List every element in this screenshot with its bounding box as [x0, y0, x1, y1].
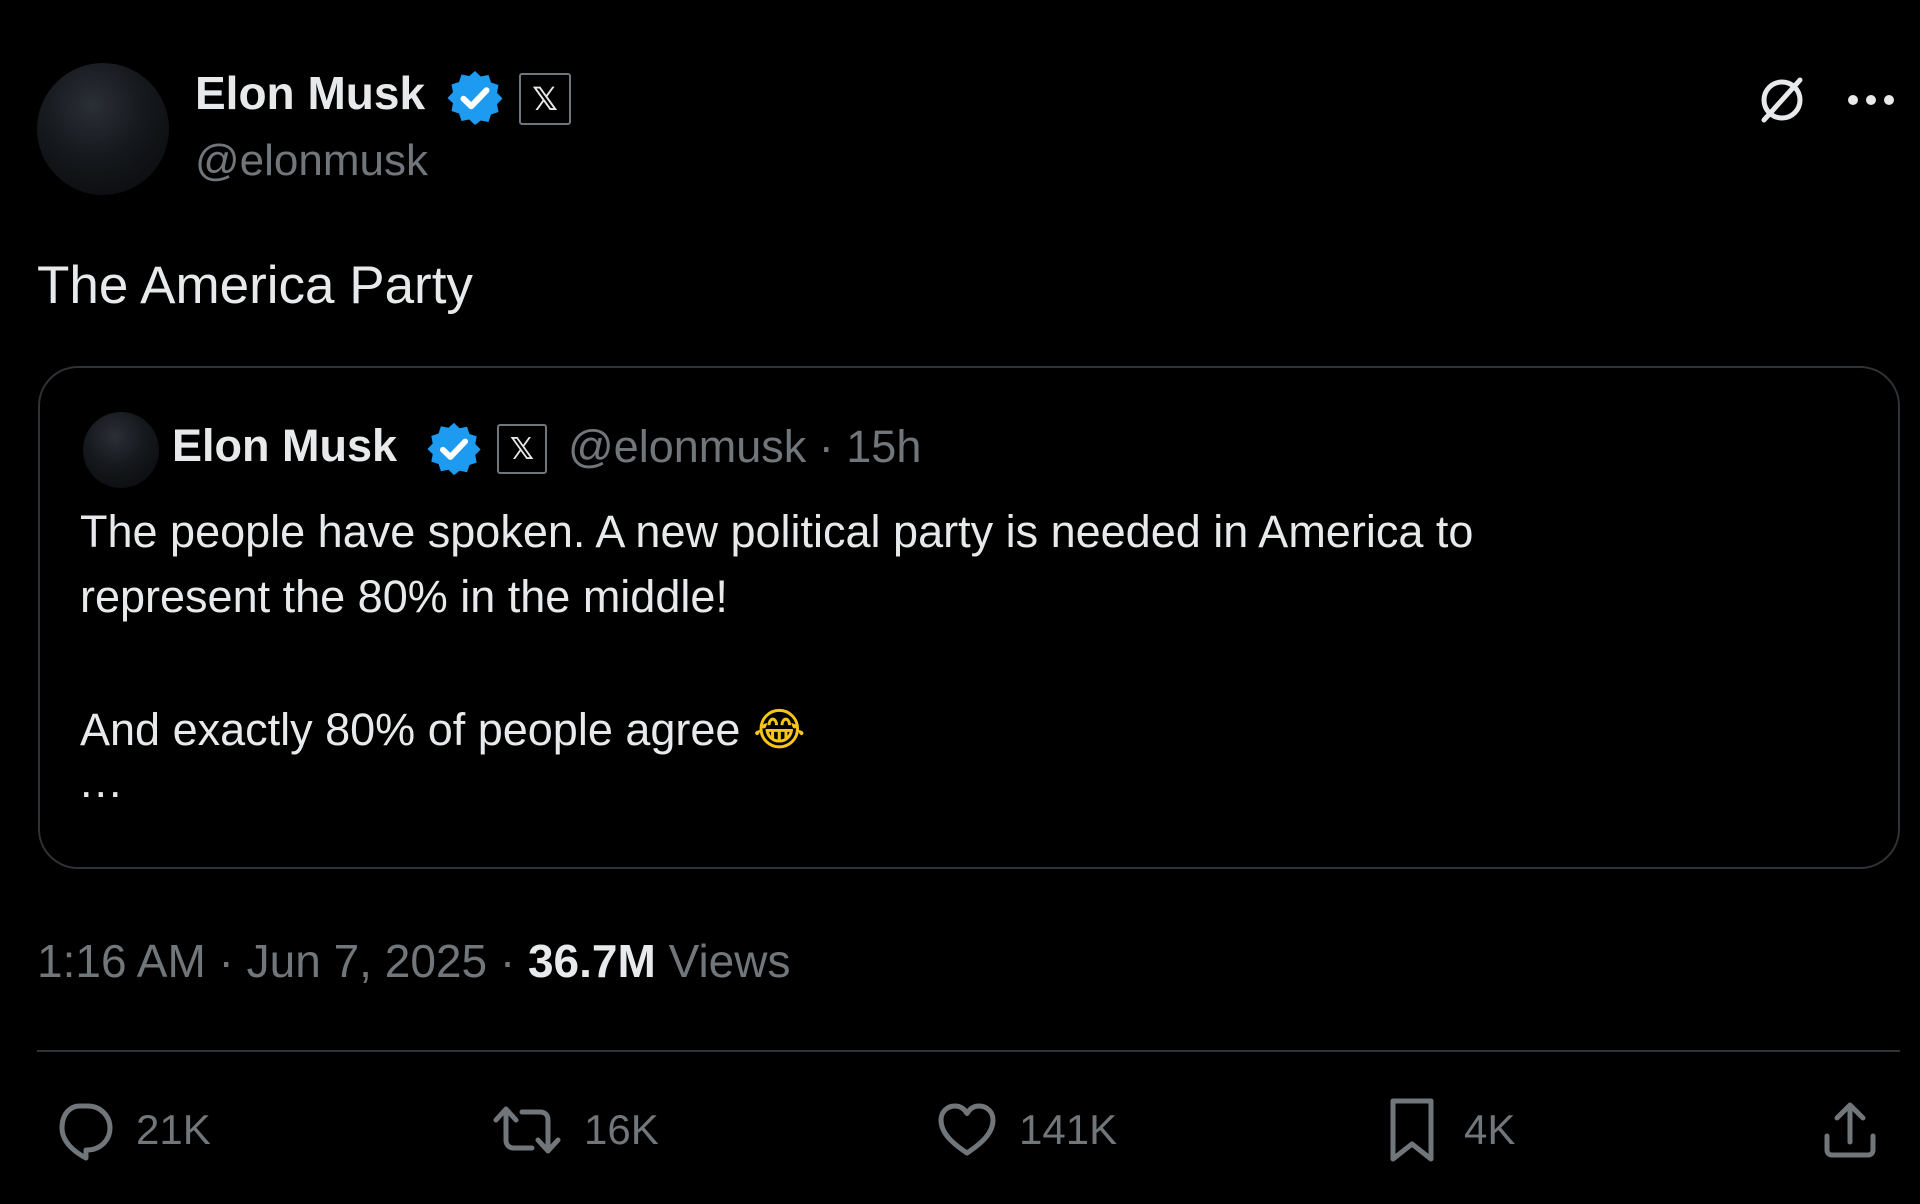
more-icon[interactable]: [1843, 72, 1899, 128]
like-count: 141K: [1019, 1106, 1118, 1153]
quoted-text-line-3: And exactly 80% of people agree 😂: [80, 703, 806, 756]
grok-icon[interactable]: [1752, 70, 1812, 130]
repost-icon: [493, 1106, 561, 1154]
quoted-text-line-3-text: And exactly 80% of people agree: [80, 704, 741, 755]
quoted-author-name: Elon Musk: [172, 420, 398, 471]
quoted-author-avatar: [83, 412, 159, 488]
views-label: Views: [668, 935, 791, 987]
share-icon: [1824, 1102, 1876, 1158]
quoted-handle-time: @elonmusk · 15h: [568, 421, 922, 472]
share-button[interactable]: [1818, 1095, 1882, 1165]
post-text: The America Party: [37, 256, 473, 315]
reply-button[interactable]: 21K: [52, 1095, 211, 1165]
bookmark-button[interactable]: 4K: [1380, 1095, 1515, 1165]
divider: [37, 1050, 1900, 1052]
reply-count: 21K: [136, 1106, 211, 1153]
affiliate-x-badge: 𝕏: [497, 424, 547, 474]
quoted-text-line-2: represent the 80% in the middle!: [80, 571, 728, 622]
verified-badge-icon: [427, 422, 481, 476]
author-handle[interactable]: @elonmusk: [195, 136, 428, 186]
quoted-post-card[interactable]: Elon Musk 𝕏 @elonmusk · 15h The people h…: [38, 366, 1900, 869]
post-meta: 1:16 AM · Jun 7, 2025 · 36.7M Views: [37, 934, 790, 988]
repost-button[interactable]: 16K: [490, 1095, 659, 1165]
author-name[interactable]: Elon Musk: [195, 66, 425, 120]
views-count: 36.7M: [527, 935, 656, 987]
meta-separator: ·: [499, 935, 516, 987]
verified-badge-icon: [447, 71, 503, 125]
bookmark-icon: [1390, 1098, 1434, 1162]
bookmark-count: 4K: [1464, 1106, 1516, 1153]
quoted-text-line-1: The people have spoken. A new political …: [80, 506, 1474, 557]
repost-count: 16K: [584, 1106, 659, 1153]
author-avatar[interactable]: [37, 63, 169, 195]
like-icon: [938, 1103, 996, 1156]
affiliate-x-badge[interactable]: 𝕏: [519, 73, 571, 125]
post-timestamp[interactable]: 1:16 AM · Jun 7, 2025: [37, 935, 487, 987]
quoted-more-ellipsis: ...: [80, 756, 124, 807]
laughing-emoji-icon: 😂: [752, 703, 806, 756]
like-button[interactable]: 141K: [935, 1095, 1117, 1165]
reply-icon: [59, 1103, 113, 1161]
